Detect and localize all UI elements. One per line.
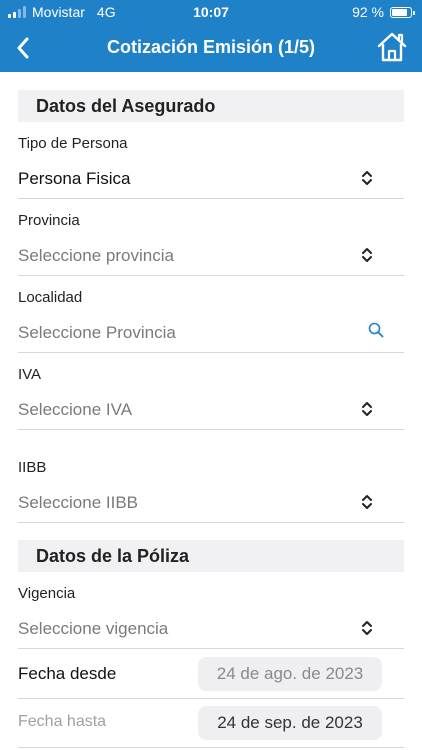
provincia-select[interactable]: Seleccione provincia bbox=[18, 246, 174, 266]
localidad-input[interactable]: Seleccione Provincia bbox=[18, 323, 176, 343]
divider bbox=[18, 429, 404, 430]
iibb-select[interactable]: Seleccione IIBB bbox=[18, 493, 138, 513]
page-title: Cotización Emisión (1/5) bbox=[106, 37, 316, 57]
home-icon[interactable] bbox=[376, 31, 408, 63]
provincia-label: Provincia bbox=[18, 212, 80, 229]
fecha-hasta-picker[interactable]: 24 de sep. de 2023 bbox=[198, 706, 382, 740]
divider bbox=[18, 698, 404, 699]
tipo-persona-label: Tipo de Persona bbox=[18, 135, 128, 152]
section-header-insured: Datos del Asegurado bbox=[18, 90, 404, 122]
vigencia-select[interactable]: Seleccione vigencia bbox=[18, 619, 168, 639]
fecha-desde-picker[interactable]: 24 de ago. de 2023 bbox=[198, 657, 382, 691]
search-icon[interactable] bbox=[368, 322, 384, 338]
fecha-hasta-label: Fecha hasta bbox=[18, 713, 107, 730]
iva-select[interactable]: Seleccione IVA bbox=[18, 400, 132, 420]
iibb-label: IIBB bbox=[18, 459, 47, 476]
divider bbox=[18, 648, 404, 649]
section-title-insured: Datos del Asegurado bbox=[36, 96, 216, 116]
select-arrows-icon[interactable] bbox=[360, 400, 374, 418]
vigencia-label: Vigencia bbox=[18, 585, 76, 602]
select-arrows-icon[interactable] bbox=[360, 619, 374, 637]
divider bbox=[18, 275, 404, 276]
fecha-desde-label: Fecha desde bbox=[18, 664, 117, 683]
section-title-policy: Datos de la Póliza bbox=[36, 546, 190, 566]
divider bbox=[18, 747, 404, 748]
localidad-label: Localidad bbox=[18, 289, 83, 306]
navigation-bar: Cotización Emisión (1/5) bbox=[0, 24, 422, 72]
divider bbox=[18, 198, 404, 199]
divider bbox=[18, 352, 404, 353]
battery-percent: 92 % bbox=[352, 4, 384, 20]
tipo-persona-select[interactable]: Persona Fisica bbox=[18, 169, 130, 189]
battery-icon bbox=[390, 6, 415, 18]
section-header-policy: Datos de la Póliza bbox=[18, 540, 404, 572]
select-arrows-icon[interactable] bbox=[360, 169, 374, 187]
status-bar: Movistar 4G 10:07 92 % bbox=[0, 0, 422, 24]
status-right: 92 % bbox=[352, 4, 415, 20]
select-arrows-icon[interactable] bbox=[360, 493, 374, 511]
iva-label: IVA bbox=[18, 366, 42, 383]
select-arrows-icon[interactable] bbox=[360, 246, 374, 264]
divider bbox=[18, 522, 404, 523]
